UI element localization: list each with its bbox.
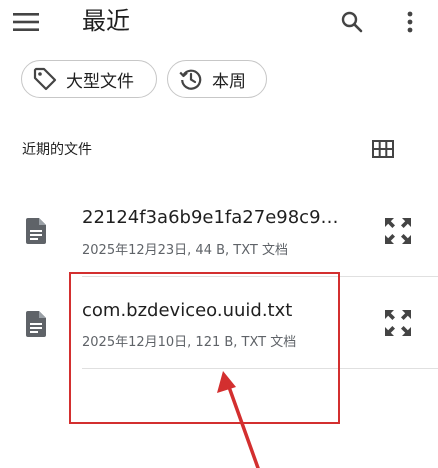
document-icon (22, 310, 50, 338)
menu-button[interactable] (4, 0, 48, 44)
document-icon (22, 217, 50, 245)
filter-chip-large-files[interactable]: 大型文件 (21, 60, 157, 98)
annotation-highlight-box (69, 272, 340, 424)
chip-label: 本周 (212, 71, 246, 92)
chip-label: 大型文件 (66, 71, 134, 92)
expand-icon (385, 310, 411, 336)
search-button[interactable] (330, 0, 374, 44)
grid-view-button[interactable] (362, 130, 404, 168)
more-vert-icon (407, 11, 413, 33)
menu-icon (13, 13, 39, 31)
grid-view-icon (372, 140, 394, 158)
expand-icon (385, 218, 411, 244)
section-title: 近期的文件 (22, 142, 92, 158)
expand-preview-button[interactable] (376, 209, 420, 253)
file-name[interactable]: 22124f3a6b9e1fa27e98c9… (82, 207, 340, 228)
filter-chip-this-week[interactable]: 本周 (167, 60, 267, 98)
more-options-button[interactable] (388, 0, 432, 44)
history-icon (179, 69, 202, 90)
page-title: 最近 (82, 7, 130, 35)
file-details: 2025年12月23日, 44 B, TXT 文档 (82, 243, 288, 258)
expand-preview-button[interactable] (376, 301, 420, 345)
tag-icon (33, 67, 57, 91)
search-icon (341, 11, 363, 33)
